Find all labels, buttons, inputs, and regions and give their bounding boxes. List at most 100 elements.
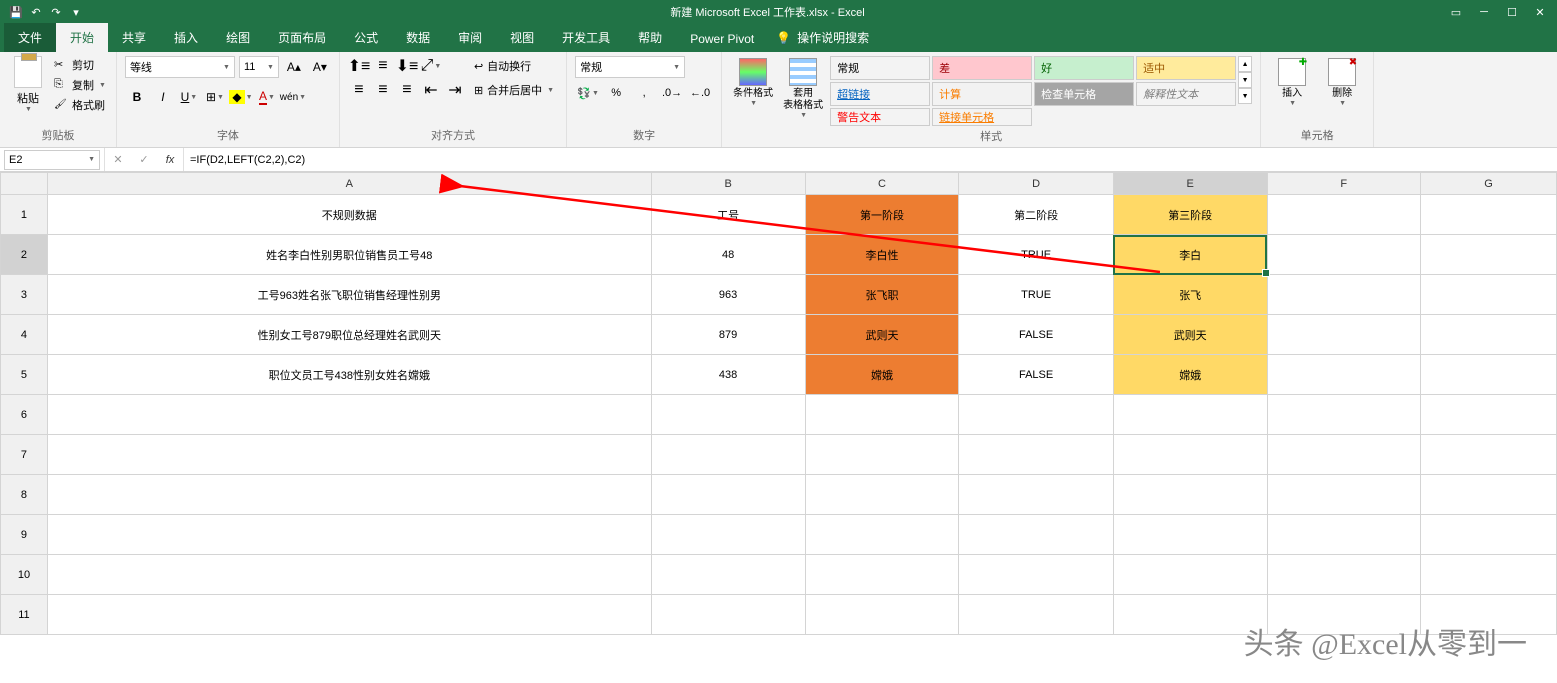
cell-C1[interactable]: 第一阶段 xyxy=(805,195,959,235)
cell-E2[interactable]: 李白 xyxy=(1113,235,1267,275)
row-header-7[interactable]: 7 xyxy=(1,435,48,475)
tab-powerpivot[interactable]: Power Pivot xyxy=(676,26,768,52)
number-format-select[interactable]: 常规▼ xyxy=(575,56,685,78)
tab-share[interactable]: 共享 xyxy=(108,23,160,52)
decrease-decimal-button[interactable]: ←.0 xyxy=(687,82,713,104)
row-header-4[interactable]: 4 xyxy=(1,315,48,355)
cell-D10[interactable] xyxy=(959,555,1113,595)
cell-D7[interactable] xyxy=(959,435,1113,475)
cell-D1[interactable]: 第二阶段 xyxy=(959,195,1113,235)
row-header-9[interactable]: 9 xyxy=(1,515,48,555)
align-center-button[interactable]: ≡ xyxy=(372,80,394,100)
cell-B10[interactable] xyxy=(651,555,805,595)
cell-F9[interactable] xyxy=(1267,515,1420,555)
cell-C8[interactable] xyxy=(805,475,959,515)
fill-color-button[interactable]: ◆▼ xyxy=(229,86,253,108)
formula-input[interactable]: =IF(D2,LEFT(C2,2),C2) xyxy=(184,154,1557,166)
col-header-E[interactable]: E xyxy=(1113,173,1267,195)
styles-more-icon[interactable]: ▼ xyxy=(1238,88,1252,104)
row-header-5[interactable]: 5 xyxy=(1,355,48,395)
align-right-button[interactable]: ≡ xyxy=(396,80,418,100)
cell-G4[interactable] xyxy=(1420,315,1556,355)
comma-button[interactable]: , xyxy=(631,82,657,104)
style-calc[interactable]: 计算 xyxy=(932,82,1032,106)
fx-button[interactable]: fx xyxy=(157,148,183,171)
styles-down-icon[interactable]: ▼ xyxy=(1238,72,1252,88)
cell-C3[interactable]: 张飞职 xyxy=(805,275,959,315)
decrease-font-button[interactable]: A▾ xyxy=(309,56,331,78)
cell-E9[interactable] xyxy=(1113,515,1267,555)
style-explain[interactable]: 解释性文本 xyxy=(1136,82,1236,106)
qat-dropdown-icon[interactable]: ▾ xyxy=(68,4,84,20)
percent-button[interactable]: % xyxy=(603,82,629,104)
col-header-F[interactable]: F xyxy=(1267,173,1420,195)
style-hyperlink[interactable]: 超链接 xyxy=(830,82,930,106)
increase-font-button[interactable]: A▴ xyxy=(283,56,305,78)
cell-A1[interactable]: 不规则数据 xyxy=(47,195,651,235)
cell-G1[interactable] xyxy=(1420,195,1556,235)
cell-B8[interactable] xyxy=(651,475,805,515)
select-all-corner[interactable] xyxy=(1,173,48,195)
tab-insert[interactable]: 插入 xyxy=(160,23,212,52)
maximize-icon[interactable]: ☐ xyxy=(1499,2,1525,22)
cell-A9[interactable] xyxy=(47,515,651,555)
style-good[interactable]: 好 xyxy=(1034,56,1134,80)
copy-button[interactable]: 复制▼ xyxy=(52,76,108,94)
cell-A6[interactable] xyxy=(47,395,651,435)
cell-C9[interactable] xyxy=(805,515,959,555)
style-check[interactable]: 检查单元格 xyxy=(1034,82,1134,106)
font-name-select[interactable]: 等线▼ xyxy=(125,56,235,78)
cell-C11[interactable] xyxy=(805,595,959,635)
cell-B2[interactable]: 48 xyxy=(651,235,805,275)
cell-E10[interactable] xyxy=(1113,555,1267,595)
align-middle-button[interactable]: ≡ xyxy=(372,56,394,76)
tab-help[interactable]: 帮助 xyxy=(624,23,676,52)
cell-F7[interactable] xyxy=(1267,435,1420,475)
underline-button[interactable]: U▼ xyxy=(177,86,201,108)
cell-A2[interactable]: 姓名李白性别男职位销售员工号48 xyxy=(47,235,651,275)
align-bottom-button[interactable]: ⬇≡ xyxy=(396,56,418,76)
cell-D5[interactable]: FALSE xyxy=(959,355,1113,395)
col-header-B[interactable]: B xyxy=(651,173,805,195)
save-icon[interactable]: 💾 xyxy=(8,4,24,20)
cell-A8[interactable] xyxy=(47,475,651,515)
font-color-button[interactable]: A▼ xyxy=(255,86,279,108)
style-warning[interactable]: 警告文本 xyxy=(830,108,930,126)
col-header-A[interactable]: A xyxy=(47,173,651,195)
cut-button[interactable]: 剪切 xyxy=(52,56,108,74)
align-left-button[interactable]: ≡ xyxy=(348,80,370,100)
cell-D9[interactable] xyxy=(959,515,1113,555)
accounting-button[interactable]: 💱▼ xyxy=(575,82,601,104)
col-header-G[interactable]: G xyxy=(1420,173,1556,195)
phonetic-button[interactable]: wén▼ xyxy=(281,86,305,108)
cell-B4[interactable]: 879 xyxy=(651,315,805,355)
cell-C7[interactable] xyxy=(805,435,959,475)
cell-C2[interactable]: 李白性 xyxy=(805,235,959,275)
cell-F3[interactable] xyxy=(1267,275,1420,315)
decrease-indent-button[interactable]: ⇤ xyxy=(420,80,442,100)
row-header-1[interactable]: 1 xyxy=(1,195,48,235)
cell-A3[interactable]: 工号963姓名张飞职位销售经理性别男 xyxy=(47,275,651,315)
paste-button[interactable]: 粘贴 ▼ xyxy=(8,56,48,113)
tab-home[interactable]: 开始 xyxy=(56,23,108,52)
cell-A10[interactable] xyxy=(47,555,651,595)
tab-developer[interactable]: 开发工具 xyxy=(548,23,624,52)
border-button[interactable]: ⊞▼ xyxy=(203,86,227,108)
cell-E8[interactable] xyxy=(1113,475,1267,515)
cell-G6[interactable] xyxy=(1420,395,1556,435)
tab-formulas[interactable]: 公式 xyxy=(340,23,392,52)
cell-B1[interactable]: 工号 xyxy=(651,195,805,235)
cell-E7[interactable] xyxy=(1113,435,1267,475)
wrap-text-button[interactable]: ↩自动换行 xyxy=(470,56,558,76)
cell-B6[interactable] xyxy=(651,395,805,435)
cell-G3[interactable] xyxy=(1420,275,1556,315)
cell-F10[interactable] xyxy=(1267,555,1420,595)
align-top-button[interactable]: ⬆≡ xyxy=(348,56,370,76)
cell-D8[interactable] xyxy=(959,475,1113,515)
format-painter-button[interactable]: 格式刷 xyxy=(52,96,108,114)
bold-button[interactable]: B xyxy=(125,86,149,108)
cell-D11[interactable] xyxy=(959,595,1113,635)
cell-C6[interactable] xyxy=(805,395,959,435)
cell-B7[interactable] xyxy=(651,435,805,475)
cell-F8[interactable] xyxy=(1267,475,1420,515)
